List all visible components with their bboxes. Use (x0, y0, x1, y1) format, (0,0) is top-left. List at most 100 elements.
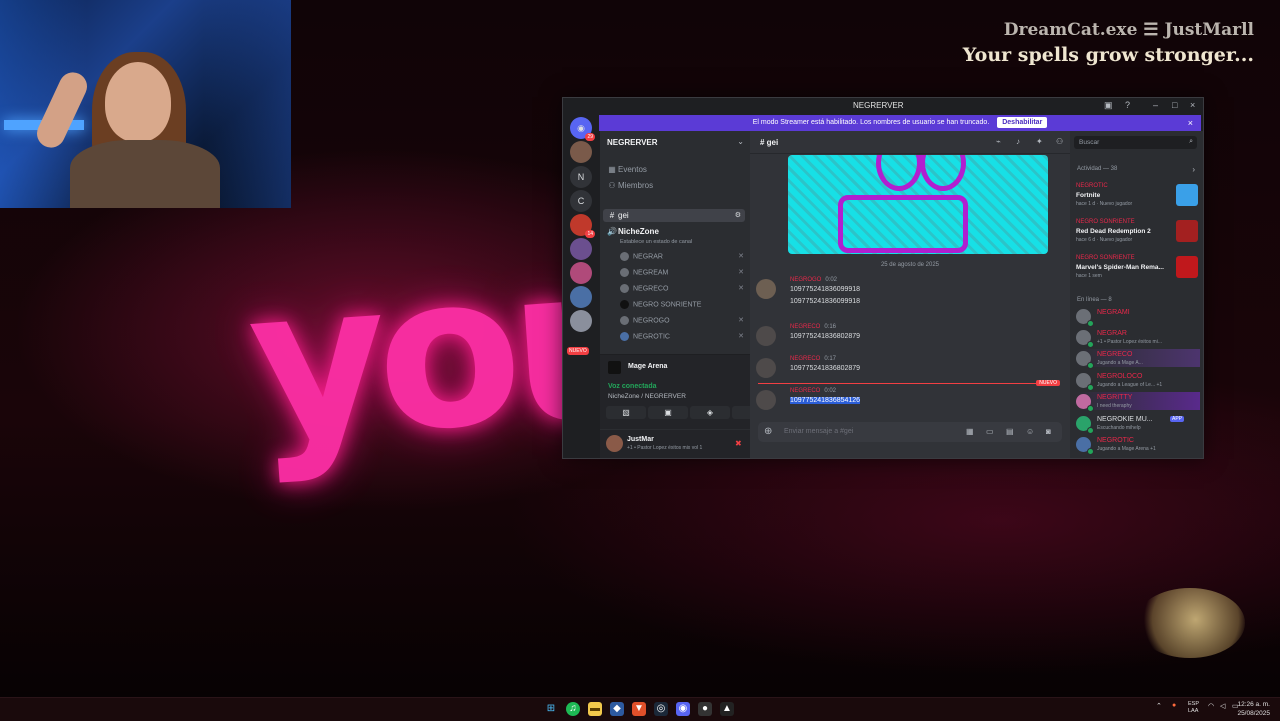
avatar[interactable] (756, 358, 776, 378)
file-explorer-icon[interactable]: ▬ (588, 702, 602, 716)
language-indicator[interactable]: ESP LAA (1188, 701, 1199, 715)
microphone-muted-icon[interactable]: ✖ (735, 439, 742, 448)
message-text: 109775241836099918 (790, 286, 861, 293)
threads-icon[interactable]: ⌁ (996, 137, 1001, 146)
member-item[interactable]: NEGROLOCO Jugando a League of Le... +1 (1076, 371, 1200, 391)
avatar[interactable] (756, 390, 776, 410)
server-icon-pink[interactable] (570, 262, 592, 284)
events-link[interactable]: ▦ Eventos (606, 165, 647, 174)
emoji-icon[interactable]: ☺ (1026, 427, 1034, 436)
member-item[interactable]: NEGRITTY I need theraphy (1076, 392, 1200, 412)
activity-card[interactable]: NEGROTIC Fortnite hace 1 d · Nuevo jugad… (1076, 183, 1198, 213)
chat-message[interactable]: NEGRECO 0:02 109775241836854126 (756, 388, 1062, 412)
channel-gei[interactable]: # gei ⚙ (603, 209, 745, 222)
member-item[interactable]: NEGRAMI (1076, 307, 1200, 327)
online-dot (1087, 448, 1094, 455)
voice-user[interactable]: NEGROTIC ✕ (620, 332, 748, 341)
avatar[interactable] (756, 279, 776, 299)
home-icon[interactable]: ◉ 29 (570, 117, 595, 141)
obs-icon[interactable]: ● (698, 702, 712, 716)
member-item[interactable]: NEGRECO Jugando a Mage A... (1076, 349, 1200, 369)
voice-channel-status[interactable]: Establece un estado de canal (620, 239, 692, 245)
message-author[interactable]: NEGROGO 0:02 (790, 277, 837, 283)
server-icon-n[interactable]: N (570, 166, 592, 188)
server-icon-c[interactable]: C (570, 190, 592, 212)
tray-chevron-icon[interactable]: ⌃ (1156, 702, 1162, 710)
member-list-icon[interactable]: ⚇ (1056, 137, 1063, 146)
game-app-icon[interactable]: ▲ (720, 702, 734, 716)
help-icon[interactable]: ? (1125, 100, 1130, 110)
members-icon: ⚇ (608, 181, 616, 190)
server-icon-blue[interactable] (570, 286, 592, 308)
voice-user[interactable]: NEGRECO ✕ (620, 284, 748, 293)
voice-channel-nichezone[interactable]: 🔊NicheZone (606, 227, 659, 236)
activity-card[interactable]: NEGRO SONRIENTE Marvel's Spider-Man Rema… (1076, 255, 1198, 285)
pin-icon[interactable]: ✦ (1036, 137, 1043, 146)
members-link[interactable]: ⚇ Miembros (606, 181, 653, 190)
brave-icon[interactable]: ▼ (632, 702, 646, 716)
channel-settings-icon[interactable]: ⚙ (735, 211, 741, 219)
message-author[interactable]: NEGRECO 0:17 (790, 356, 836, 362)
message-composer[interactable]: ⊕ Enviar mensaje a #gei ▦ ▭ ▤ ☺ ◙ (758, 422, 1062, 442)
voice-channel-path[interactable]: NicheZone / NEGRERVER (608, 393, 686, 400)
steam-icon[interactable]: ◎ (654, 702, 668, 716)
voice-user[interactable]: NEGRAR ✕ (620, 252, 748, 261)
game-controller-icon[interactable]: ◙ (1046, 427, 1051, 436)
banner-close-icon[interactable]: × (1188, 115, 1193, 131)
gift-icon[interactable]: ▦ (966, 427, 974, 436)
moon-glow (1135, 588, 1245, 658)
tray-microphone-icon[interactable]: ● (1172, 702, 1176, 709)
discord-icon[interactable]: ◉ (676, 702, 690, 716)
voice-user[interactable]: NEGREAM ✕ (620, 268, 748, 277)
red-dead-icon (1176, 220, 1198, 242)
close-window-button[interactable]: × (1190, 100, 1195, 110)
chat-message[interactable]: NEGRECO 0:16 109775241836802879 (756, 324, 1062, 348)
avatar[interactable] (756, 326, 776, 346)
avatar[interactable] (606, 435, 623, 452)
maximize-button[interactable]: □ (1172, 100, 1177, 110)
server-icon-grey[interactable] (570, 310, 592, 332)
activities-button[interactable]: ◈ (690, 406, 730, 419)
member-item[interactable]: NEGROTIC Jugando a Mage Arena +1 (1076, 435, 1200, 455)
server-name[interactable]: NEGRERVER (607, 138, 658, 147)
member-item[interactable]: NEGRAR +1 • Pastor Lopez éxitos mi... (1076, 328, 1200, 348)
minimize-button[interactable]: – (1153, 100, 1158, 110)
disable-streamer-button[interactable]: Deshabilitar (997, 117, 1048, 128)
pixel-art-image[interactable] (788, 155, 1048, 254)
windows-taskbar: ⊞ ♫ ▬ ◆ ▼ ◎ ◉ ● ▲ ⌃ ● ESP LAA ◠ ◁ ▭ 12:26… (0, 697, 1280, 721)
member-item[interactable]: NEGROKIE MU... APP Escuchando mihelp (1076, 414, 1200, 434)
message-author[interactable]: NEGRECO 0:02 (790, 388, 836, 394)
camera-button[interactable]: ▧ (606, 406, 646, 419)
gif-icon[interactable]: ▭ (986, 427, 994, 436)
voice-user[interactable]: NEGRO SONRIENTE (620, 300, 748, 309)
chevron-down-icon[interactable]: ⌄ (737, 137, 744, 146)
add-attachment-icon[interactable]: ⊕ (764, 426, 772, 437)
home-badge: 29 (585, 133, 595, 141)
app-icon-blue[interactable]: ◆ (610, 702, 624, 716)
username[interactable]: JustMar (627, 436, 654, 443)
server-icon-negrerver[interactable] (570, 141, 592, 163)
chat-message[interactable]: NEGROGO 0:02 109775241836099918 109775241… (756, 277, 1062, 313)
wifi-icon[interactable]: ◠ (1208, 702, 1214, 710)
message-text: 109775241836854126 (790, 397, 861, 404)
search-input[interactable]: Buscar ⌕ (1074, 136, 1197, 149)
chevron-right-icon[interactable]: › (1192, 165, 1195, 174)
voice-connected-label: Voz conectada (608, 383, 657, 390)
message-author[interactable]: NEGRECO 0:16 (790, 324, 836, 330)
server-icon-anime[interactable] (570, 238, 592, 260)
avatar (620, 300, 629, 309)
new-messages-divider (758, 383, 1058, 384)
bell-icon[interactable]: ♪ (1016, 137, 1020, 146)
server-icon-red[interactable]: 14 (570, 214, 595, 238)
inbox-icon[interactable]: ▣ (1104, 100, 1113, 111)
taskbar-clock[interactable]: 12:26 a. m. 25/08/2025 (1237, 700, 1270, 718)
spotify-icon[interactable]: ♫ (566, 702, 580, 716)
sticker-icon[interactable]: ▤ (1006, 427, 1014, 436)
volume-icon[interactable]: ◁ (1220, 702, 1225, 710)
screenshare-button[interactable]: ▣ (648, 406, 688, 419)
activity-card[interactable]: NEGRO SONRIENTE Red Dead Redemption 2 ha… (1076, 219, 1198, 249)
message-input[interactable]: Enviar mensaje a #gei (784, 428, 853, 435)
chat-message[interactable]: NEGRECO 0:17 109775241836802879 (756, 356, 1062, 380)
windows-start-icon[interactable]: ⊞ (544, 702, 558, 716)
voice-user[interactable]: NEGROGO ✕ (620, 316, 748, 325)
